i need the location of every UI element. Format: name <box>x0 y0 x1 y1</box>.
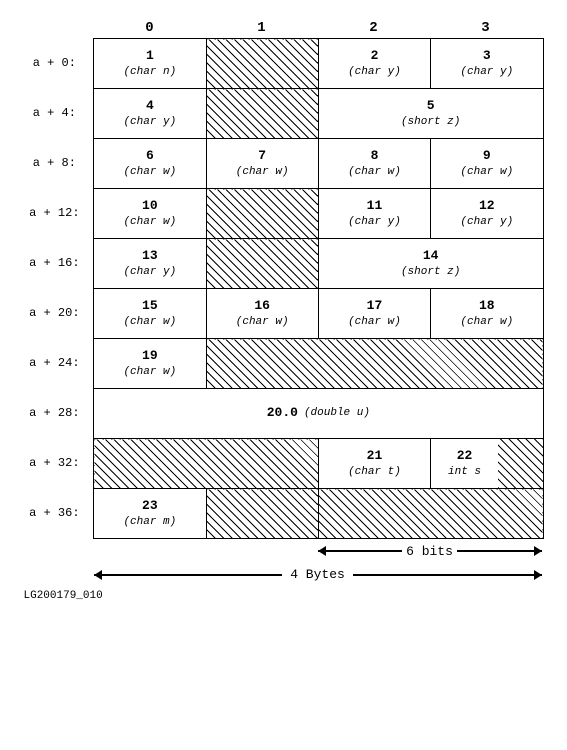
cell-5: 5(short z) <box>318 89 543 139</box>
row-label: a + 36: <box>24 489 94 539</box>
cell-9: 9(char w) <box>431 139 543 189</box>
cell-15: 15(char w) <box>94 289 206 339</box>
memory-layout-table: a + 0: 1(char n) 2(char y) 3(char y) a +… <box>24 38 544 539</box>
row-label: a + 28: <box>24 389 94 439</box>
cell-pad <box>94 439 319 489</box>
cell-pad <box>206 339 543 389</box>
bytes-arrow-row: 4 Bytes <box>94 567 542 582</box>
table-row: a + 0: 1(char n) 2(char y) 3(char y) <box>24 39 544 89</box>
row-label: a + 32: <box>24 439 94 489</box>
row-label: a + 0: <box>24 39 94 89</box>
table-row: a + 8: 6(char w) 7(char w) 8(char w) 9(c… <box>24 139 544 189</box>
cell-3: 3(char y) <box>431 39 543 89</box>
col-header-0: 0 <box>94 20 206 36</box>
table-row: a + 28: 20.0 (double u) <box>24 389 544 439</box>
cell-4: 4(char y) <box>94 89 206 139</box>
cell-pad <box>206 39 318 89</box>
cell-1: 1(char n) <box>94 39 206 89</box>
cell-pad <box>206 189 318 239</box>
cell-20: 20.0 (double u) <box>94 389 543 439</box>
table-row: a + 16: 13(char y) 14(short z) <box>24 239 544 289</box>
cell-pad <box>206 239 318 289</box>
row-label: a + 8: <box>24 139 94 189</box>
cell-21: 21(char t) <box>318 439 430 489</box>
cell-11: 11(char y) <box>318 189 430 239</box>
bytes-label: 4 Bytes <box>290 567 345 582</box>
column-headers: 0 1 2 3 <box>94 20 544 36</box>
cell-12: 12(char y) <box>431 189 543 239</box>
col-header-2: 2 <box>318 20 430 36</box>
cell-13: 13(char y) <box>94 239 206 289</box>
table-row: a + 12: 10(char w) 11(char y) 12(char y) <box>24 189 544 239</box>
table-row: a + 36: 23(char m) <box>24 489 544 539</box>
cell-7: 7(char w) <box>206 139 318 189</box>
table-row: a + 20: 15(char w) 16(char w) 17(char w)… <box>24 289 544 339</box>
row-label: a + 12: <box>24 189 94 239</box>
diagram-wrapper: 0 1 2 3 a + 0: 1(char n) 2(char y) 3(cha… <box>24 20 544 602</box>
row-label: a + 16: <box>24 239 94 289</box>
row-label: a + 24: <box>24 339 94 389</box>
row-label: a + 20: <box>24 289 94 339</box>
cell-23: 23(char m) <box>94 489 206 539</box>
bits-label: 6 bits <box>406 544 453 559</box>
cell-10: 10(char w) <box>94 189 206 239</box>
caption: LG200179_010 <box>24 590 544 602</box>
cell-19: 19(char w) <box>94 339 206 389</box>
cell-6: 6(char w) <box>94 139 206 189</box>
cell-18: 18(char w) <box>431 289 543 339</box>
cell-pad <box>206 489 318 539</box>
cell-8: 8(char w) <box>318 139 430 189</box>
cell-16: 16(char w) <box>206 289 318 339</box>
row-label: a + 4: <box>24 89 94 139</box>
cell-22-int-s: 22 int s <box>431 439 543 489</box>
col-header-3: 3 <box>430 20 542 36</box>
cell-14: 14(short z) <box>318 239 543 289</box>
col-header-1: 1 <box>206 20 318 36</box>
table-row: a + 32: 21(char t) 22 int s <box>24 439 544 489</box>
cell-pad <box>318 489 543 539</box>
bits-arrow-row: 6 bits <box>94 541 544 561</box>
cell-17: 17(char w) <box>318 289 430 339</box>
cell-pad <box>206 89 318 139</box>
table-row: a + 4: 4(char y) 5(short z) <box>24 89 544 139</box>
table-row: a + 24: 19(char w) <box>24 339 544 389</box>
cell-2: 2(char y) <box>318 39 430 89</box>
